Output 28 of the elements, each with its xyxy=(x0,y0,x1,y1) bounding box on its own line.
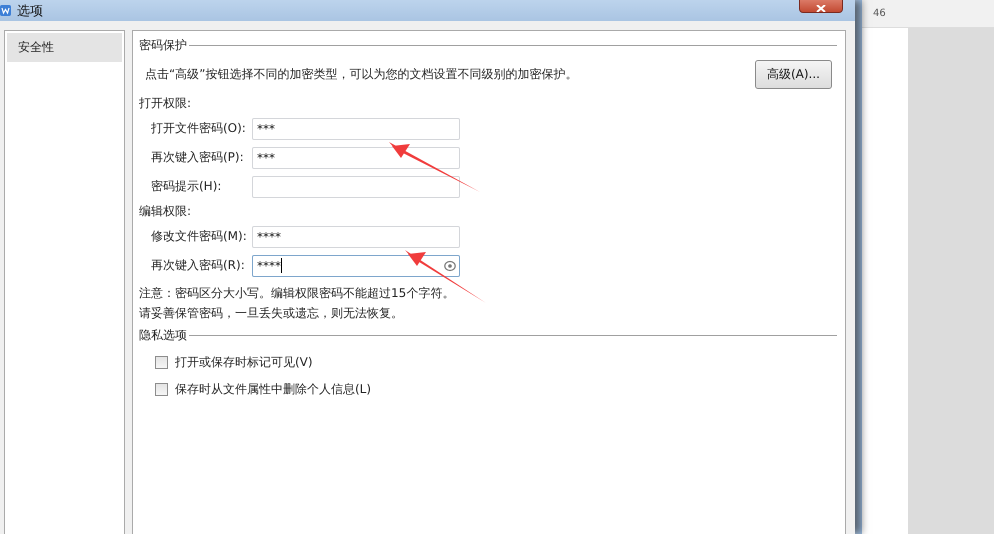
field-label: 修改文件密码(M): xyxy=(151,228,248,245)
description-text: 点击“高级”按钮选择不同的加密类型，可以为您的文档设置不同级别的加密保护。 xyxy=(145,66,578,83)
section-title: 密码保护 xyxy=(139,37,187,54)
app-logo-icon xyxy=(0,5,11,16)
note-text: 请妥善保管密码，一旦丢失或遗忘，则无法恢复。 xyxy=(139,305,404,322)
password-field[interactable]: **** xyxy=(252,226,460,248)
group-title: 打开权限: xyxy=(139,95,192,112)
checkbox[interactable] xyxy=(155,383,168,396)
sidebar-item[interactable]: 安全性 xyxy=(7,33,122,62)
close-icon xyxy=(816,5,826,12)
password-field[interactable]: **** xyxy=(252,254,460,276)
group-title: 编辑权限: xyxy=(139,203,192,220)
section-title: 隐私选项 xyxy=(139,327,187,344)
ruler-number: 46 xyxy=(862,0,994,28)
eye-icon[interactable] xyxy=(444,260,456,272)
checkbox-label[interactable]: 打开或保存时标记可见(V) xyxy=(175,354,313,371)
password-field[interactable]: *** xyxy=(252,118,460,140)
advanced-button[interactable]: 高级(A)... xyxy=(755,60,832,89)
password-field[interactable]: *** xyxy=(252,146,460,168)
field-label: 再次键入密码(P): xyxy=(151,149,245,166)
note-text: 注意：密码区分大小写。编辑权限密码不能超过15个字符。 xyxy=(139,285,456,302)
field-label: 密码提示(H): xyxy=(151,178,222,195)
field-label: 再次键入密码(R): xyxy=(151,257,246,274)
checkbox-label[interactable]: 保存时从文件属性中删除个人信息(L) xyxy=(175,381,372,398)
window-title: 选项 xyxy=(17,2,43,20)
field-label: 打开文件密码(O): xyxy=(151,120,247,137)
password-field[interactable] xyxy=(252,176,460,198)
checkbox[interactable] xyxy=(155,356,168,369)
